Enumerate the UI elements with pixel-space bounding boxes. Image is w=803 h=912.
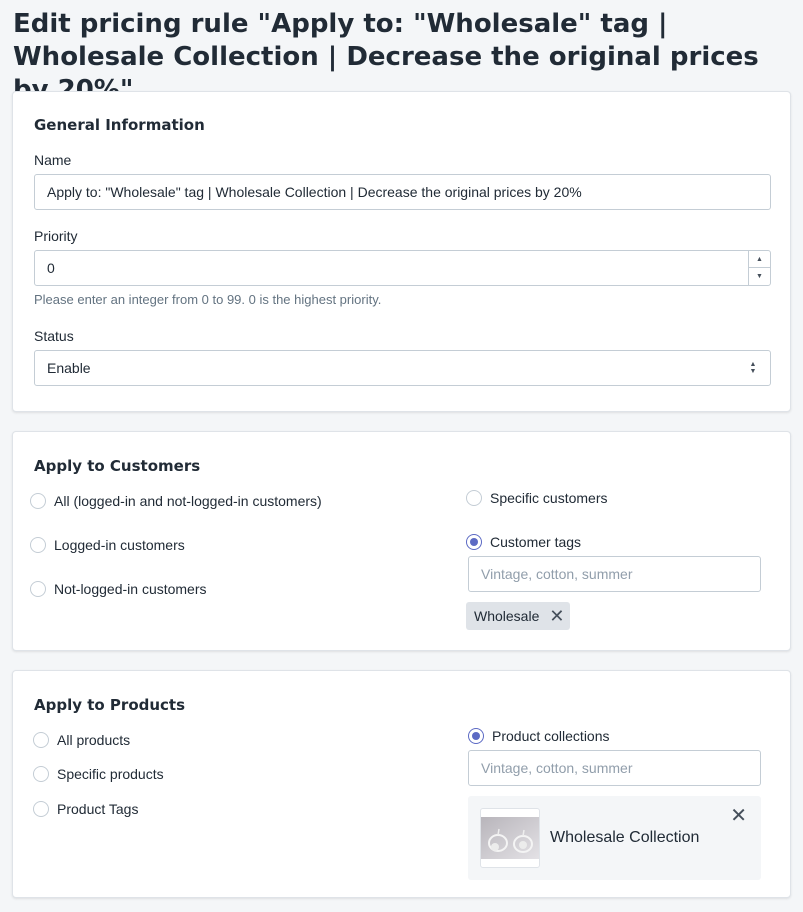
radio-button[interactable]: [30, 581, 46, 597]
product-collections-input[interactable]: Vintage, cotton, summer: [468, 750, 761, 786]
radio-label: Product Tags: [57, 801, 139, 817]
name-label: Name: [34, 152, 72, 168]
priority-value: 0: [47, 260, 55, 276]
radio-button[interactable]: [33, 766, 49, 782]
caret-up-icon[interactable]: ▲: [749, 251, 770, 268]
radio-label: All products: [57, 732, 131, 748]
priority-label: Priority: [34, 228, 78, 244]
radio-button[interactable]: [33, 801, 49, 817]
status-value: Enable: [47, 360, 91, 376]
select-arrows-icon: ▲ ▼: [749, 361, 757, 375]
radio-product-collections[interactable]: Product collections: [468, 728, 610, 744]
radio-button[interactable]: [466, 490, 482, 506]
radio-product-tags[interactable]: Product Tags: [33, 801, 138, 817]
customer-tag-chip: Wholesale ✕: [466, 602, 571, 630]
radio-button-selected[interactable]: [468, 728, 484, 744]
radio-all-products[interactable]: All products: [33, 732, 130, 748]
collection-thumbnail: [480, 808, 540, 868]
radio-button[interactable]: [30, 537, 46, 553]
radio-not-logged-in-customers[interactable]: Not-logged-in customers: [30, 581, 207, 597]
card-title: Apply to Products: [34, 696, 186, 714]
apply-to-products-card: Apply to Products All products Specific …: [12, 670, 791, 898]
radio-button[interactable]: [33, 732, 49, 748]
general-information-card: General Information Name Apply to: "Whol…: [12, 91, 791, 412]
priority-input[interactable]: 0 ▲ ▼: [34, 250, 771, 286]
card-title: General Information: [34, 116, 205, 134]
tag-label: Wholesale: [474, 608, 540, 624]
radio-button[interactable]: [30, 493, 46, 509]
radio-specific-products[interactable]: Specific products: [33, 766, 164, 782]
radio-label: All (logged-in and not-logged-in custome…: [54, 493, 322, 509]
status-label: Status: [34, 328, 74, 344]
caret-down-icon[interactable]: ▼: [749, 268, 770, 285]
radio-label: Logged-in customers: [54, 537, 185, 553]
name-input[interactable]: Apply to: "Wholesale" tag | Wholesale Co…: [34, 174, 771, 210]
collection-name: Wholesale Collection: [550, 829, 700, 846]
radio-logged-in-customers[interactable]: Logged-in customers: [30, 537, 185, 553]
radio-customer-tags[interactable]: Customer tags: [466, 534, 581, 550]
close-icon[interactable]: ✕: [549, 607, 564, 625]
radio-label: Product collections: [492, 728, 610, 744]
card-title: Apply to Customers: [34, 457, 201, 475]
radio-label: Specific customers: [490, 490, 608, 506]
radio-button-selected[interactable]: [466, 534, 482, 550]
radio-label: Customer tags: [490, 534, 582, 550]
customer-tags-input[interactable]: Vintage, cotton, summer: [468, 556, 761, 592]
radio-specific-customers[interactable]: Specific customers: [466, 490, 607, 506]
apply-to-customers-card: Apply to Customers All (logged-in and no…: [12, 431, 791, 651]
priority-help-text: Please enter an integer from 0 to 99. 0 …: [34, 292, 382, 307]
priority-stepper[interactable]: ▲ ▼: [748, 251, 770, 285]
selected-collection-item: Wholesale Collection ✕: [468, 796, 761, 880]
radio-all-customers[interactable]: All (logged-in and not-logged-in custome…: [30, 493, 322, 509]
radio-label: Specific products: [57, 766, 164, 782]
status-select[interactable]: Enable ▲ ▼: [34, 350, 771, 386]
close-icon[interactable]: ✕: [730, 806, 747, 826]
radio-label: Not-logged-in customers: [54, 581, 207, 597]
